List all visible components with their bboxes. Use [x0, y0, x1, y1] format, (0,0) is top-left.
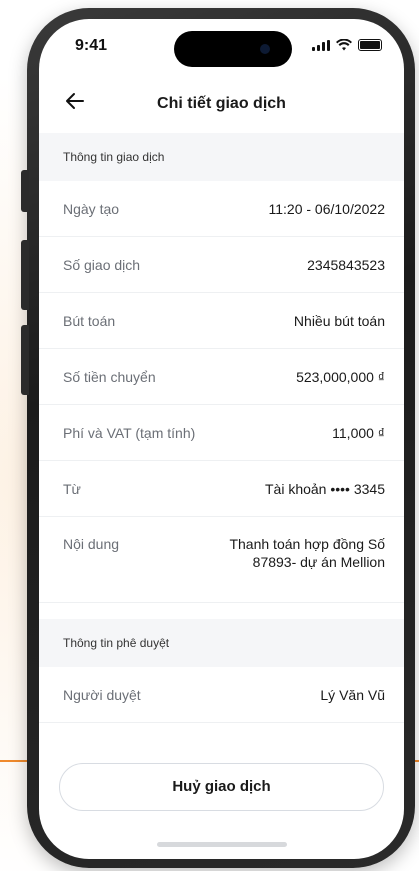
row-fee-vat: Phí và VAT (tạm tính) 11,000 ₫ — [39, 405, 404, 461]
status-bar: 9:41 — [39, 19, 404, 71]
row-label: Từ — [63, 480, 81, 497]
row-entries: Bút toán Nhiều bút toán — [39, 293, 404, 349]
wifi-icon — [336, 39, 352, 51]
phone-side-button-volume-down — [21, 325, 29, 395]
row-label: Bút toán — [63, 312, 116, 329]
cancel-transaction-button[interactable]: Huỷ giao dịch — [59, 763, 384, 811]
home-indicator — [157, 842, 287, 847]
row-transaction-number: Số giao dịch 2345843523 — [39, 237, 404, 293]
phone-side-button-silent — [21, 170, 29, 212]
row-from-account: Từ Tài khoản •••• 3345 — [39, 461, 404, 517]
row-value: 11,000 ₫ — [332, 424, 385, 441]
status-icons — [312, 39, 382, 51]
row-approver: Người duyệt Lý Văn Vũ — [39, 667, 404, 723]
row-value: Tài khoản •••• 3345 — [264, 480, 385, 497]
dynamic-island — [174, 31, 292, 67]
phone-side-button-volume-up — [21, 240, 29, 310]
row-label: Ngày tạo — [63, 200, 120, 217]
row-value: 2345843523 — [307, 256, 385, 273]
camera-icon — [260, 44, 270, 54]
row-transfer-amount: Số tiền chuyển 523,000,000 ₫ — [39, 349, 404, 405]
row-label: Phí và VAT (tạm tính) — [63, 424, 196, 441]
row-value: Nhiều bút toán — [293, 312, 385, 329]
row-content: Nội dung Thanh toán hợp đồng Số 87893- d… — [39, 517, 404, 603]
section-header-approval-info: Thông tin phê duyệt — [39, 619, 404, 667]
row-value: Lý Văn Vũ — [320, 686, 385, 703]
row-created-date: Ngày tạo 11:20 - 06/10/2022 — [39, 181, 404, 237]
row-label: Số giao dịch — [63, 256, 141, 273]
row-value: 11:20 - 06/10/2022 — [268, 200, 385, 217]
section-header-transaction-info: Thông tin giao dịch — [39, 133, 404, 181]
row-value: Thanh toán hợp đồng Số 87893- dự án Mell… — [229, 536, 385, 570]
status-time: 9:41 — [75, 37, 108, 54]
row-label: Số tiền chuyển — [63, 368, 156, 385]
battery-icon — [358, 39, 382, 51]
row-label: Nội dung — [63, 536, 120, 552]
row-label: Người duyệt — [63, 686, 141, 703]
phone-screen: 9:41 Chi tiết giao dịch Thông tin giao d… — [39, 19, 404, 859]
row-value: 523,000,000 ₫ — [296, 368, 385, 385]
page-title: Chi tiết giao dịch — [157, 95, 286, 112]
signal-icon — [312, 40, 330, 51]
app-header: Chi tiết giao dịch — [39, 81, 404, 125]
